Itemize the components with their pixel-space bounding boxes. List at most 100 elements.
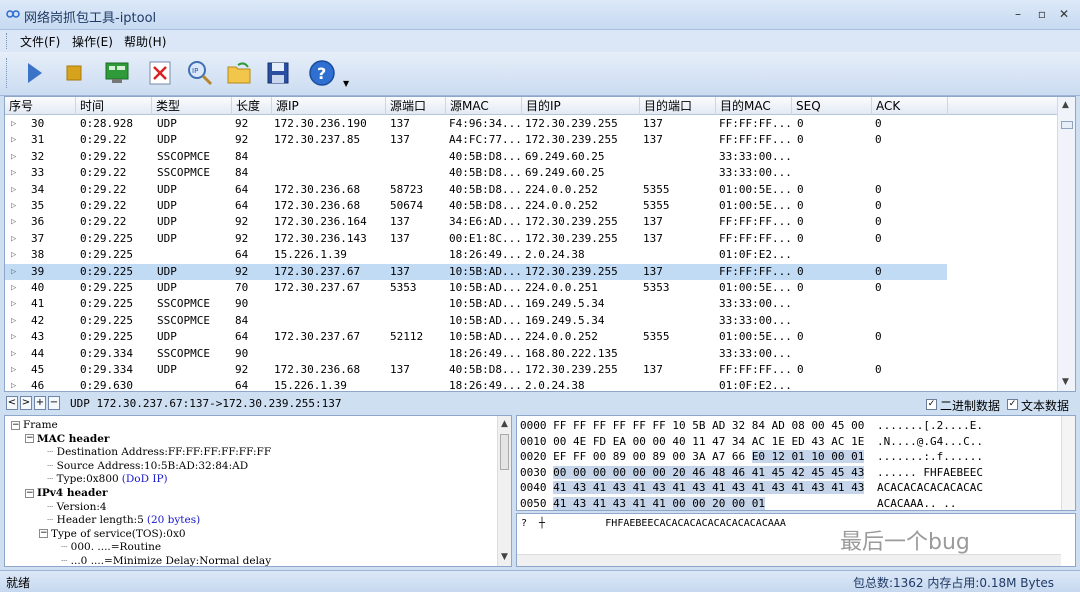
- header-ack[interactable]: ACK: [871, 97, 947, 115]
- tree-item[interactable]: ┄ ...0 ....=Minimize Delay:Normal delay: [61, 555, 271, 566]
- table-row[interactable]: ▷ 45 0:29.334 UDP 92 172.30.236.68 137 40:5B:D8…: [5, 362, 1057, 378]
- table-row[interactable]: ▷ 44 0:29.334 SSCOPMCE 90 18:26:49... 168.80.2…: [5, 346, 1057, 362]
- table-row[interactable]: ▷ 30 0:28.928 UDP 92 172.30.236.190 137 F4:96:3…: [5, 116, 1057, 132]
- cell-dst-mac: 01:0F:E2...: [719, 248, 792, 262]
- tree-label-note: (20 bytes): [146, 514, 201, 527]
- tree-toggle-icon[interactable]: −: [11, 420, 20, 430]
- tree-item[interactable]: ┄ 000. ....=Routine: [61, 541, 161, 555]
- header-src-mac[interactable]: 源MAC: [445, 97, 521, 115]
- row-expander-icon: ▷: [11, 184, 17, 195]
- cell-seq: 0: [797, 199, 804, 212]
- tree-scroll-down-icon[interactable]: ▼: [501, 552, 508, 562]
- header-type[interactable]: 类型: [151, 97, 231, 115]
- tree-scrollbar[interactable]: ▲ ▼: [497, 416, 511, 566]
- tree-item[interactable]: ┄ Source Address:10:5B:AD:32:84:AD: [47, 460, 248, 474]
- minimize-button[interactable]: –: [1008, 6, 1028, 22]
- collapse-button[interactable]: −: [48, 396, 60, 410]
- hex-bytes[interactable]: EF FF 00 89 00 89 00 3A A7 66: [553, 450, 752, 463]
- scroll-up-icon[interactable]: ▲: [1062, 100, 1069, 110]
- binary-data-checkbox[interactable]: ✓: [926, 399, 937, 410]
- menu-operate[interactable]: 操作(E): [72, 33, 113, 50]
- tree-item[interactable]: − Frame: [11, 419, 58, 433]
- table-row[interactable]: ▷ 36 0:29.22 UDP 92 172.30.236.164 137 34:E6:AD…: [5, 214, 1057, 230]
- header-src-port[interactable]: 源端口: [385, 97, 445, 115]
- tree-item[interactable]: − Type of service(TOS):0x0: [39, 528, 186, 542]
- start-button[interactable]: [18, 57, 50, 89]
- tree-toggle-icon[interactable]: −: [25, 488, 34, 498]
- table-row[interactable]: ▷ 35 0:29.22 UDP 64 172.30.236.68 50674 40:5B:D…: [5, 198, 1057, 214]
- cell-src-ip: 15.226.1.39: [274, 379, 347, 392]
- next-button[interactable]: >: [20, 396, 32, 410]
- scroll-thumb[interactable]: [1061, 121, 1073, 129]
- table-row[interactable]: ▷ 39 0:29.225 UDP 92 172.30.237.67 137 10:5B:AD…: [5, 263, 1057, 280]
- menu-file[interactable]: 文件(F): [20, 33, 60, 50]
- table-row[interactable]: ▷ 37 0:29.225 UDP 92 172.30.236.143 137 00:E1:8…: [5, 231, 1057, 247]
- cell-time: 0:29.225: [80, 297, 133, 311]
- table-row[interactable]: ▷ 40 0:29.225 UDP 70 172.30.237.67 5353 10:5B:A…: [5, 280, 1057, 296]
- header-dst-port[interactable]: 目的端口: [639, 97, 715, 115]
- close-button[interactable]: ✕: [1054, 6, 1074, 22]
- prev-button[interactable]: <: [6, 396, 18, 410]
- table-row[interactable]: ▷ 34 0:29.22 UDP 64 172.30.236.68 58723 40:5B:D…: [5, 182, 1057, 198]
- header-seq[interactable]: SEQ: [791, 97, 871, 115]
- cell-dst-mac: 01:00:5E...: [719, 281, 792, 294]
- tree-toggle-icon[interactable]: −: [39, 529, 48, 539]
- tree-item[interactable]: ┄ Header length:5 (20 bytes): [47, 514, 200, 528]
- cell-time: 0:29.22: [80, 215, 127, 229]
- cell-seq-no: 39: [31, 264, 45, 278]
- open-button[interactable]: [224, 57, 256, 89]
- hex-bytes-selected[interactable]: 41 43 41 43 41 41 00 00 20 00 01: [553, 496, 766, 510]
- text-data-checkbox[interactable]: ✓: [1007, 399, 1018, 410]
- help-button[interactable]: ?: [306, 57, 338, 89]
- header-dst-ip[interactable]: 目的IP: [521, 97, 639, 115]
- maximize-button[interactable]: ▫: [1032, 6, 1052, 22]
- header-dst-mac[interactable]: 目的MAC: [715, 97, 791, 115]
- scroll-down-icon[interactable]: ▼: [1062, 377, 1069, 387]
- hex-scrollbar[interactable]: [1061, 416, 1075, 510]
- header-src-ip[interactable]: 源IP: [271, 97, 385, 115]
- tree-item[interactable]: − IPv4 header: [25, 487, 108, 501]
- cell-dst-port: 5355: [643, 330, 670, 344]
- toolbar-dropdown-icon[interactable]: ▼: [343, 79, 349, 88]
- tree-scroll-up-icon[interactable]: ▲: [501, 419, 508, 429]
- hex-row: 0040 41 43 41 43 41 43 41 43 41 43 41 43…: [520, 480, 983, 496]
- hex-bytes-selected[interactable]: 00 00 00 00 00 00 20 46 48 46 41 45 42 4…: [553, 465, 865, 479]
- stop-button[interactable]: [58, 57, 90, 89]
- cell-dst-port: 5355: [643, 199, 670, 212]
- tree-item[interactable]: − MAC header: [25, 433, 109, 447]
- header-time[interactable]: 时间: [75, 97, 151, 115]
- clear-button[interactable]: [144, 57, 176, 89]
- text-view-hscrollbar[interactable]: [517, 554, 1061, 566]
- expand-button[interactable]: +: [34, 396, 46, 410]
- hex-bytes-selected[interactable]: 41 43 41 43 41 43 41 43 41 43 41 43 41 4…: [553, 481, 865, 494]
- cell-seq-no: 36: [31, 215, 45, 229]
- hex-bytes[interactable]: FF FF FF FF FF FF 10 5B AD 32 84 AD 08 0…: [553, 419, 864, 432]
- table-row[interactable]: ▷ 41 0:29.225 SSCOPMCE 90 10:5B:AD... 169.249.…: [5, 296, 1057, 312]
- hex-bytes[interactable]: 00 4E FD EA 00 00 40 11 47 34 AC 1E ED 4…: [553, 435, 864, 448]
- ip-search-button[interactable]: IP: [184, 57, 216, 89]
- network-card-button[interactable]: [102, 57, 134, 89]
- table-row[interactable]: ▷ 42 0:29.225 SSCOPMCE 84 10:5B:AD... 169.249.…: [5, 313, 1057, 329]
- header-filler: [947, 97, 1057, 115]
- cell-src-mac: 40:5B:D8...: [449, 199, 522, 212]
- header-seq-no[interactable]: 序号: [5, 97, 75, 115]
- table-row[interactable]: ▷ 31 0:29.22 UDP 92 172.30.237.85 137 A4:FC:77.…: [5, 132, 1057, 148]
- tree-item[interactable]: ┄ Type:0x800 (DoD IP): [47, 473, 168, 487]
- menu-help[interactable]: 帮助(H): [124, 33, 166, 50]
- tree-toggle-icon[interactable]: −: [25, 434, 34, 444]
- tree-scroll-thumb[interactable]: [500, 434, 509, 470]
- row-expander-icon: ▷: [11, 250, 17, 261]
- table-row[interactable]: ▷ 32 0:29.22 SSCOPMCE 84 40:5B:D8... 69.249.60…: [5, 149, 1057, 165]
- hex-bytes-selected[interactable]: E0 12 01 10 00 01: [751, 450, 865, 463]
- table-row[interactable]: ▷ 43 0:29.225 UDP 64 172.30.237.67 52112 10:5B:…: [5, 329, 1057, 345]
- packet-list-scrollbar[interactable]: ▲ ▼: [1057, 97, 1075, 391]
- tree-label: IPv4 header: [37, 487, 108, 499]
- row-expander-icon: ▷: [11, 217, 17, 228]
- tree-item[interactable]: ┄ Version:4: [47, 501, 107, 515]
- header-length[interactable]: 长度: [231, 97, 271, 115]
- table-row[interactable]: ▷ 46 0:29.630 64 15.226.1.39 18:26:49... 2.0.2…: [5, 378, 1057, 392]
- table-row[interactable]: ▷ 38 0:29.225 64 15.226.1.39 18:26:49... 2.0.2…: [5, 247, 1057, 263]
- save-button[interactable]: [262, 57, 294, 89]
- tree-item[interactable]: ┄ Destination Address:FF:FF:FF:FF:FF:FF: [47, 446, 271, 460]
- table-row[interactable]: ▷ 33 0:29.22 SSCOPMCE 84 40:5B:D8... 69.249.60…: [5, 165, 1057, 181]
